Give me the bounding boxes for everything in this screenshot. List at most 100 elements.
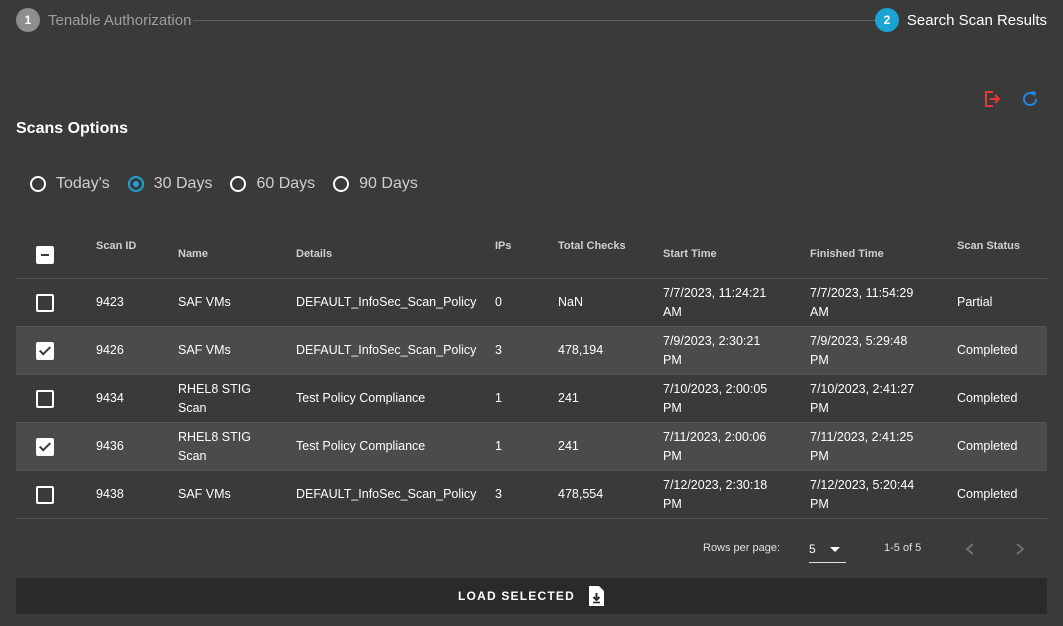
cell-finished-time: 7/12/2023, 5:20:44 PM: [810, 476, 914, 514]
row-checkbox[interactable]: [36, 438, 54, 456]
finished-time-line: AM: [810, 305, 829, 319]
radio-30-days[interactable]: 30 Days: [127, 172, 212, 196]
finished-time-line: 7/7/2023, 11:54:29: [810, 286, 914, 300]
section-title: Scans Options: [16, 120, 129, 137]
row-checkbox[interactable]: [36, 342, 54, 360]
cell-total-checks: 478,194: [558, 343, 604, 357]
header-name[interactable]: Name: [178, 248, 208, 260]
step-search-scan-results[interactable]: 2 Search Scan Results: [874, 8, 1047, 32]
start-time-line: PM: [663, 401, 682, 415]
cell-ips: 1: [495, 439, 502, 453]
table-row[interactable]: 9426 SAF VMs DEFAULT_InfoSec_Scan_Policy…: [16, 327, 1047, 375]
radio-indicator[interactable]: [230, 176, 247, 192]
cell-finished-time: 7/9/2023, 5:29:48 PM: [810, 332, 907, 370]
name-line: Scan: [178, 401, 207, 415]
name-line: Scan: [178, 449, 207, 463]
start-time-line: 7/7/2023, 11:24:21: [663, 286, 767, 300]
cell-scan-id: 9436: [96, 439, 124, 453]
radio-todays[interactable]: Today's: [30, 172, 110, 196]
radio-90-days[interactable]: 90 Days: [333, 172, 418, 196]
step-label: Search Scan Results: [906, 11, 1047, 29]
finished-time-line: 7/12/2023, 5:20:44: [810, 478, 915, 492]
start-time-line: 7/12/2023, 2:30:18: [663, 478, 768, 492]
cell-name: RHEL8 STIG Scan: [178, 380, 251, 418]
cell-scan-id: 9423: [96, 295, 124, 309]
row-checkbox[interactable]: [36, 294, 54, 312]
cell-start-time: 7/9/2023, 2:30:21 PM: [663, 332, 760, 370]
cell-scan-status: Completed: [957, 391, 1018, 405]
radio-label: Today's: [56, 175, 110, 192]
cell-name: SAF VMs: [178, 343, 231, 357]
refresh-icon[interactable]: [1019, 88, 1041, 110]
finished-time-line: 7/11/2023, 2:41:25: [810, 430, 914, 444]
cell-start-time: 7/7/2023, 11:24:21 AM: [663, 284, 766, 322]
cell-ips: 0: [495, 295, 502, 309]
row-checkbox[interactable]: [36, 390, 54, 408]
header-total-checks[interactable]: Total Checks: [558, 240, 626, 252]
table-row[interactable]: 9434 RHEL8 STIG Scan Test Policy Complia…: [16, 375, 1047, 423]
rows-per-page-value: 5: [809, 542, 816, 556]
cell-scan-id: 9438: [96, 487, 124, 501]
logout-icon[interactable]: [981, 88, 1003, 110]
header-finished-time[interactable]: Finished Time: [810, 248, 884, 260]
step-label: Tenable Authorization: [48, 11, 192, 29]
header-scan-id[interactable]: Scan ID: [96, 240, 136, 252]
start-time-line: AM: [663, 305, 682, 319]
finished-time-line: 7/9/2023, 5:29:48: [810, 334, 908, 348]
table-row[interactable]: 9423 SAF VMs DEFAULT_InfoSec_Scan_Policy…: [16, 279, 1047, 327]
radio-label: 60 Days: [256, 175, 316, 192]
radio-60-days[interactable]: 60 Days: [230, 172, 315, 196]
cell-name: RHEL8 STIG Scan: [178, 428, 251, 466]
cell-details: Test Policy Compliance: [296, 391, 426, 405]
cell-start-time: 7/12/2023, 2:30:18 PM: [663, 476, 767, 514]
select-all-checkbox[interactable]: [36, 246, 54, 264]
step-tenable-authorization[interactable]: 1 Tenable Authorization: [16, 8, 191, 32]
cell-details: DEFAULT_InfoSec_Scan_Policy: [296, 343, 477, 357]
page-range: 1-5 of 5: [884, 542, 922, 554]
start-time-line: 7/9/2023, 2:30:21: [663, 334, 761, 348]
table-row[interactable]: 9438 SAF VMs DEFAULT_InfoSec_Scan_Policy…: [16, 471, 1047, 519]
finished-time-line: 7/10/2023, 2:41:27: [810, 382, 915, 396]
load-selected-button[interactable]: LOAD SELECTED: [16, 578, 1047, 614]
next-page-button[interactable]: [1010, 539, 1030, 559]
cell-ips: 3: [495, 487, 502, 501]
start-time-line: PM: [663, 353, 682, 367]
table-row[interactable]: 9436 RHEL8 STIG Scan Test Policy Complia…: [16, 423, 1047, 471]
finished-time-line: PM: [810, 497, 829, 511]
cell-scan-id: 9434: [96, 391, 124, 405]
caret-down-icon: [830, 547, 840, 552]
cell-start-time: 7/10/2023, 2:00:05 PM: [663, 380, 767, 418]
header-details[interactable]: Details: [296, 248, 332, 260]
rows-per-page-select[interactable]: 5: [809, 538, 846, 563]
file-download-icon: [588, 586, 604, 606]
rows-per-page-label: Rows per page:: [703, 542, 781, 554]
cell-scan-status: Partial: [957, 295, 993, 309]
stepper-connector: [193, 20, 879, 21]
start-time-line: PM: [663, 497, 682, 511]
radio-indicator[interactable]: [30, 176, 46, 192]
cell-details: DEFAULT_InfoSec_Scan_Policy: [296, 487, 477, 501]
header-start-time[interactable]: Start Time: [663, 248, 717, 260]
stepper: 1 Tenable Authorization 2 Search Scan Re…: [16, 8, 1047, 32]
cell-total-checks: NaN: [558, 295, 584, 309]
table-header: Scan ID Name Details IPs Total Checks St…: [16, 230, 1047, 279]
name-line: RHEL8 STIG: [178, 430, 251, 444]
previous-page-button[interactable]: [960, 539, 980, 559]
step-number: 1: [16, 8, 40, 32]
date-range-radio-group: Today's 30 Days 60 Days 90 Days: [30, 172, 436, 196]
header-scan-status[interactable]: Scan Status: [957, 240, 1020, 252]
radio-label: 90 Days: [359, 175, 418, 192]
pagination: Rows per page: 5 1-5 of 5: [16, 536, 1047, 566]
header-ips[interactable]: IPs: [495, 240, 512, 252]
chevron-right-icon: [1016, 543, 1025, 555]
row-checkbox[interactable]: [36, 486, 54, 504]
cell-finished-time: 7/10/2023, 2:41:27 PM: [810, 380, 914, 418]
cell-name: SAF VMs: [178, 295, 231, 309]
finished-time-line: PM: [810, 353, 829, 367]
cell-scan-id: 9426: [96, 343, 124, 357]
cell-finished-time: 7/11/2023, 2:41:25 PM: [810, 428, 913, 466]
chevron-left-icon: [965, 543, 974, 555]
radio-indicator[interactable]: [333, 176, 350, 192]
radio-indicator[interactable]: [127, 176, 144, 192]
scans-table: Scan ID Name Details IPs Total Checks St…: [16, 230, 1047, 519]
